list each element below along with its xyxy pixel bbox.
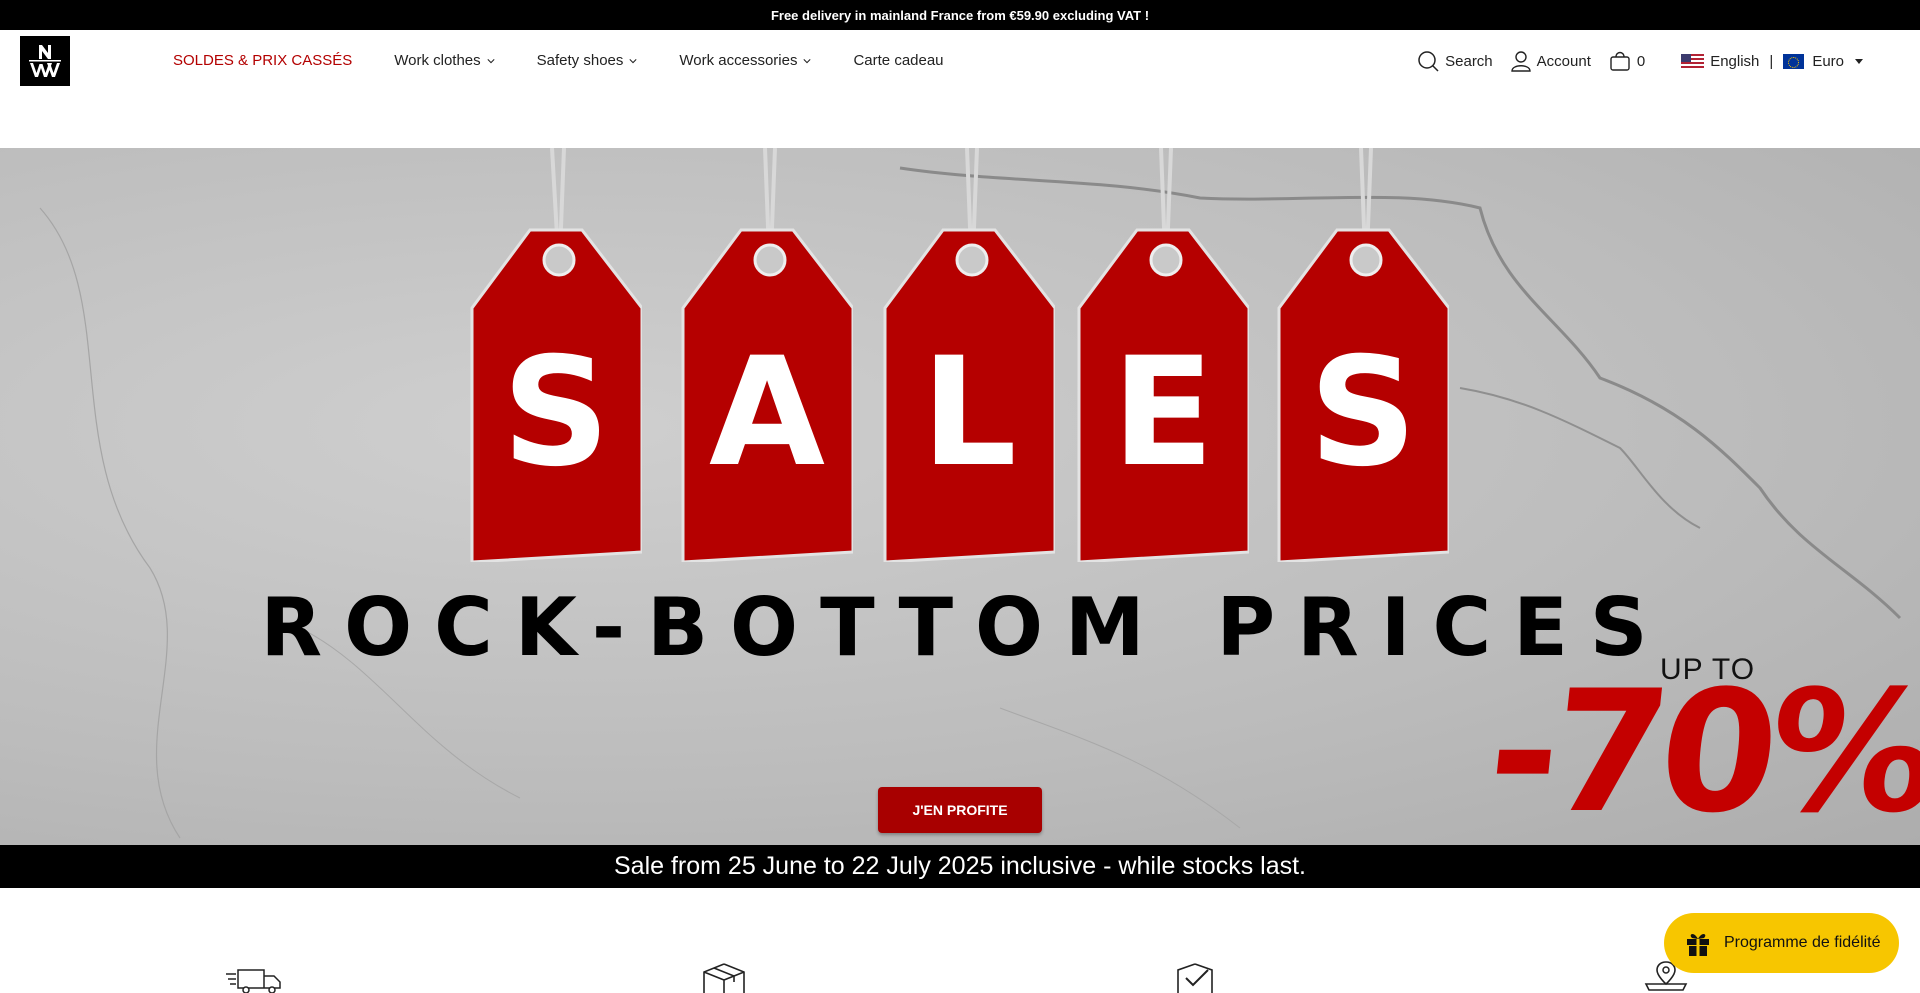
language-label: English	[1710, 52, 1760, 70]
account-label: Account	[1536, 52, 1591, 70]
hero-discount: -70%	[1479, 654, 1920, 845]
nav-item-sale-label: SOLDES & PRIX CASSÉS	[173, 52, 353, 69]
sale-tag: A	[681, 148, 853, 562]
nav-item-safety-shoes[interactable]: Safety shoes	[537, 52, 638, 69]
currency-label: Euro	[1812, 52, 1844, 70]
loyalty-label: Programme de fidélité	[1724, 934, 1881, 951]
nav-item-gift-card[interactable]: Carte cadeau	[853, 52, 943, 69]
us-flag-icon	[1681, 53, 1705, 69]
nav-item-work-clothes-label: Work clothes	[394, 52, 481, 69]
search-icon	[1418, 51, 1439, 72]
sale-tag: S	[470, 148, 642, 562]
package-box-icon	[703, 963, 745, 993]
nav-item-sale[interactable]: SOLDES & PRIX CASSÉS	[173, 52, 352, 69]
search-button[interactable]: Search	[1417, 50, 1493, 72]
language-currency-selector[interactable]: English | Euro	[1681, 53, 1870, 70]
features-row	[0, 950, 1920, 993]
nav-item-work-clothes[interactable]: Work clothes	[394, 52, 495, 69]
brand-logo[interactable]	[20, 36, 70, 86]
cart-count: 0	[1636, 52, 1646, 70]
caret-down-icon	[1855, 59, 1863, 64]
chevron-down-icon	[803, 58, 812, 63]
cart-button[interactable]: 0	[1609, 50, 1645, 72]
shopping-bag-icon	[1610, 51, 1630, 71]
user-icon	[1510, 51, 1531, 72]
loyalty-program-button[interactable]: Programme de fidélité	[1664, 913, 1899, 973]
sale-dates-bar: Sale from 25 June to 22 July 2025 inclus…	[0, 845, 1920, 888]
eu-flag-icon	[1783, 53, 1805, 69]
nav-item-work-accessories-label: Work accessories	[679, 52, 798, 69]
main-nav: SOLDES & PRIX CASSÉS Work clothes Safety…	[173, 52, 986, 69]
shop-sale-button[interactable]: J'EN PROFITE	[878, 787, 1042, 833]
chevron-down-icon	[629, 58, 637, 63]
site-header: SOLDES & PRIX CASSÉS Work clothes Safety…	[0, 30, 1920, 148]
sale-tag: L	[883, 148, 1055, 562]
sale-tag-letter: S	[501, 326, 611, 500]
chevron-down-icon	[487, 58, 495, 63]
shield-check-icon	[1177, 963, 1213, 993]
sale-dates-text: Sale from 25 June to 22 July 2025 inclus…	[613, 852, 1306, 880]
gift-icon	[1687, 933, 1709, 956]
sale-tag-letter: S	[1308, 326, 1418, 500]
utility-nav: Search Account 0 English | Euro	[1399, 50, 1870, 72]
delivery-truck-icon	[226, 969, 281, 993]
hero-banner: S A L E S ROCK-BOTTOM PRICES UP TO -70% …	[0, 148, 1920, 845]
sale-tag: S	[1277, 148, 1449, 562]
announcement-bar: Free delivery in mainland France from €5…	[0, 0, 1920, 30]
account-button[interactable]: Account	[1510, 50, 1591, 72]
nav-item-work-accessories[interactable]: Work accessories	[679, 52, 812, 69]
announcement-text: Free delivery in mainland France from €5…	[770, 7, 1150, 23]
search-label: Search	[1445, 52, 1493, 70]
nav-item-gift-card-label: Carte cadeau	[853, 52, 944, 69]
sale-tag-letter: L	[921, 326, 1017, 500]
logo-mark-icon	[29, 45, 61, 77]
sale-tag: E	[1077, 148, 1249, 562]
separator: |	[1769, 52, 1774, 70]
sale-tag-letter: E	[1111, 326, 1215, 500]
nav-item-safety-shoes-label: Safety shoes	[536, 52, 624, 69]
sale-tag-letter: A	[708, 326, 826, 500]
